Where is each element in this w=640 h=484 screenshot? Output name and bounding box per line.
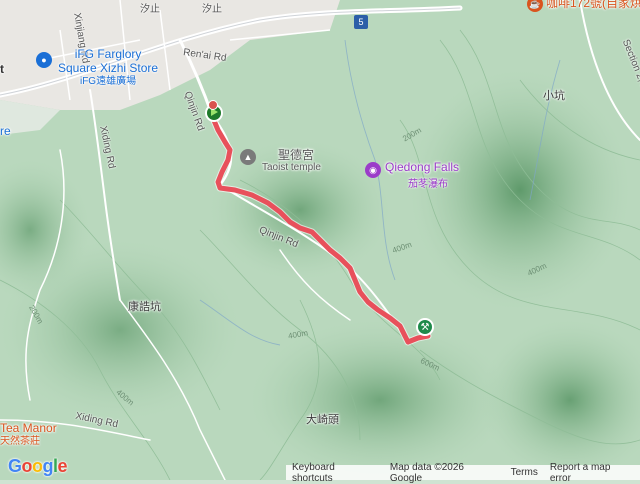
qiedong-falls-label[interactable]: Qiedong Falls [385,160,459,174]
xizhi-store-zh: iFG遠雄廣場 [79,76,137,87]
xizhi-store-line2: Square Xizhi Store [58,61,159,75]
left-edge-label-t: t [0,62,4,76]
camera-icon[interactable]: ◉ [365,162,381,178]
shopping-bag-icon[interactable]: ● [36,52,52,68]
tea-manor-en: Tea Manor [0,421,57,435]
qiedong-falls-zh-label[interactable]: 茄苳瀑布 [408,175,448,190]
keyboard-shortcuts-link[interactable]: Keyboard shortcuts [286,462,384,484]
taoist-temple-en-label[interactable]: Taoist temple [262,162,321,173]
report-map-error-link[interactable]: Report a map error [544,462,640,484]
google-logo: Google [8,456,68,476]
kanghao-keng-label: 康誥坑 [128,301,161,313]
attribution-bar: Keyboard shortcuts Map data ©2026 Google… [286,462,640,484]
xiaokeng-label: 小坑 [543,90,565,102]
dakitou-label: 大崎頭 [306,414,339,426]
xizhi-label-1: 汐止 [140,4,160,15]
temple-icon[interactable]: ▲ [240,149,256,165]
highway-5-shield: 5 [354,15,368,29]
terms-link[interactable]: Terms [505,467,544,478]
xizhi-label-2: 汐止 [202,4,222,15]
taoist-temple-zh-label[interactable]: 聖德宮 [278,146,314,163]
start-flag-icon[interactable] [205,100,223,128]
xizhi-store-poi[interactable]: iFG Farglory Square Xizhi Store iFG遠雄廣場 [58,47,158,89]
tea-manor-label[interactable]: Tea Manor 天然茶莊 [0,422,57,448]
tea-manor-zh: 天然茶莊 [0,436,40,447]
highway-number: 5 [358,17,364,27]
map-data-label: Map data ©2026 Google [389,461,464,484]
left-edge-label-re: re [0,124,11,138]
restaurant-icon[interactable]: ⚒ [416,318,434,336]
xizhi-store-line1: iFG Farglory [74,47,142,61]
cafe-label[interactable]: 咖啡172號(自家烘 [546,0,640,10]
